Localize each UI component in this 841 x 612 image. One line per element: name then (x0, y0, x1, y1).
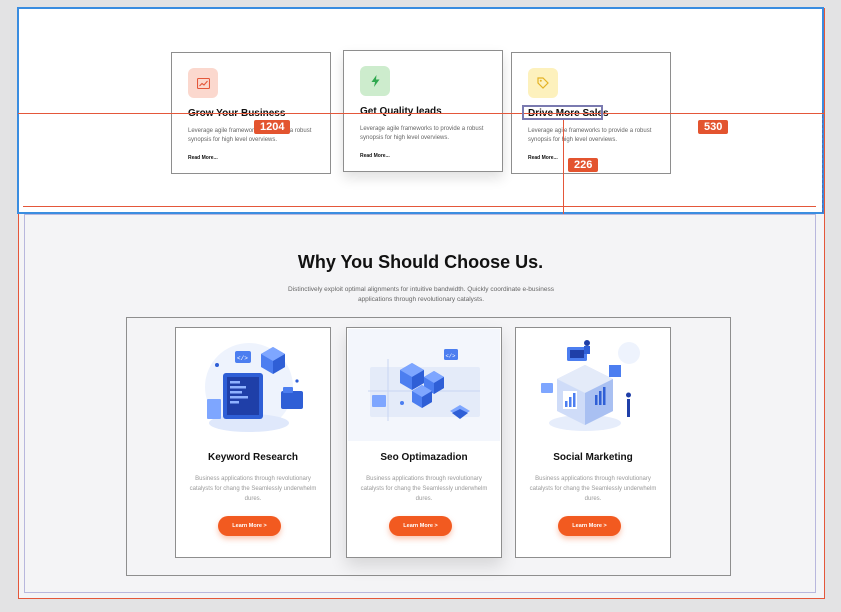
section-subtitle: Distinctively exploit optimal alignments… (288, 286, 554, 303)
chart-icon (188, 68, 218, 98)
selected-element-outline[interactable] (522, 105, 603, 120)
service-card-keyword[interactable]: </> Keyword Research Business applicatio… (175, 327, 331, 558)
feature-description: Leverage agile frameworks to provide a r… (528, 128, 652, 143)
learn-more-button[interactable]: Learn More > (558, 516, 621, 536)
feature-title: Get Quality leads (360, 106, 442, 117)
social-marketing-illustration (541, 340, 640, 431)
read-more-link[interactable]: Read More... (528, 155, 558, 161)
feature-description: Leverage agile frameworks to provide a r… (360, 126, 484, 141)
keyword-research-illustration: </> (205, 343, 303, 432)
feature-description: Leverage agile frameworks to provide a r… (188, 128, 312, 143)
feature-card-leads[interactable]: Get Quality leads Leverage agile framewo… (343, 50, 503, 172)
svg-text:</>: </> (237, 355, 248, 362)
svg-text:</>: </> (446, 353, 456, 360)
dashed-guide-line (822, 110, 823, 213)
service-title: Social Marketing (553, 452, 633, 463)
learn-more-button[interactable]: Learn More > (389, 516, 452, 536)
spacing-badge: 226 (568, 158, 599, 172)
section-guide-line (23, 206, 816, 207)
service-description: Business applications through revolution… (529, 476, 657, 502)
vertical-guide-line (563, 118, 564, 214)
bolt-icon (360, 66, 390, 96)
seo-illustration: </> (348, 329, 500, 441)
width-badge: 1204 (254, 120, 291, 134)
section-title: Why You Should Choose Us. (297, 252, 544, 272)
service-description: Business applications through revolution… (360, 476, 488, 502)
service-card-social[interactable]: Social Marketing Business applications t… (515, 327, 671, 558)
service-title: Seo Optimazadion (380, 452, 468, 463)
service-card-seo[interactable]: </> Seo Optimazadion Business applicatio… (346, 327, 502, 558)
learn-more-button[interactable]: Learn More > (218, 516, 281, 536)
height-badge: 530 (698, 120, 729, 134)
read-more-link[interactable]: Read More... (360, 153, 390, 159)
service-description: Business applications through revolution… (189, 476, 317, 502)
horizontal-guide-line (18, 113, 825, 114)
service-title: Keyword Research (207, 452, 299, 463)
tag-icon (528, 68, 558, 98)
read-more-link[interactable]: Read More... (188, 155, 218, 161)
